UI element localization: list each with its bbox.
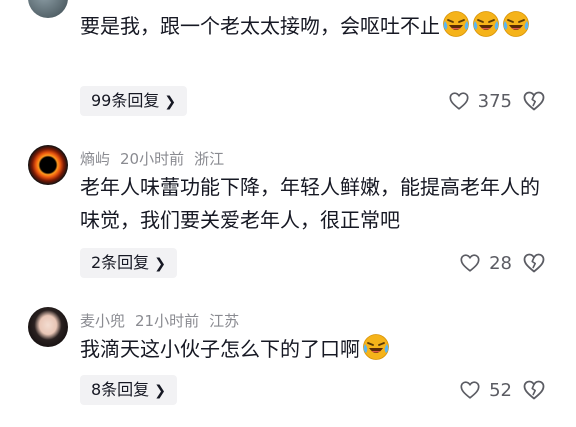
- laughing-crying-emoji-icon: [502, 10, 530, 38]
- comment-text: 要是我，跟一个老太太接吻，会呕吐不止: [80, 10, 550, 43]
- comment-item: · 要是我，跟一个老太太接吻，会呕吐不止 99条回复❯ 375: [0, 0, 576, 125]
- broken-heart-icon[interactable]: [522, 89, 546, 113]
- chevron-right-icon: ❯: [164, 94, 177, 110]
- like-button[interactable]: 52: [459, 375, 512, 405]
- location: 浙江: [194, 150, 225, 168]
- broken-heart-icon[interactable]: [522, 251, 546, 275]
- broken-heart-icon[interactable]: [522, 378, 546, 402]
- avatar[interactable]: [28, 0, 68, 18]
- like-count: 52: [489, 379, 512, 401]
- location: 江苏: [209, 312, 240, 330]
- laughing-crying-emoji-icon: [362, 333, 390, 361]
- timestamp: 20小时前: [120, 150, 185, 168]
- avatar[interactable]: [28, 307, 68, 347]
- comment-meta-cut: ·: [80, 0, 85, 8]
- view-replies-button[interactable]: 8条回复 ❯: [80, 375, 177, 405]
- timestamp: 21小时前: [135, 312, 200, 330]
- laughing-crying-emoji-icon: [442, 10, 470, 38]
- laughing-crying-emoji-icon: [472, 10, 500, 38]
- like-count: 28: [489, 252, 512, 274]
- chevron-right-icon: ❯: [154, 256, 166, 272]
- like-button[interactable]: 28: [459, 248, 512, 278]
- heart-outline-icon: [459, 379, 481, 401]
- comment-text: 老年人味蕾功能下降，年轻人鲜嫩，能提高老年人的味觉，我们要关爱老年人，很正常吧: [80, 175, 540, 232]
- view-replies-button[interactable]: 99条回复 ❯: [80, 86, 188, 116]
- username[interactable]: 熵屿: [80, 150, 110, 168]
- like-count: 375: [477, 90, 512, 112]
- comment-meta: 熵屿 20小时前 浙江: [80, 148, 234, 169]
- chevron-right-icon: ❯: [154, 383, 166, 399]
- username[interactable]: 麦小兜: [80, 312, 125, 330]
- comment-text: 我滴天这小伙子怎么下的了口啊: [80, 333, 550, 366]
- like-button[interactable]: 375: [448, 86, 512, 116]
- heart-outline-icon: [459, 252, 481, 274]
- comment-meta: 麦小兜 21小时前 江苏: [80, 310, 249, 331]
- view-replies-button[interactable]: 2条回复 ❯: [80, 248, 177, 278]
- heart-outline-icon: [448, 90, 470, 112]
- avatar[interactable]: [28, 145, 68, 185]
